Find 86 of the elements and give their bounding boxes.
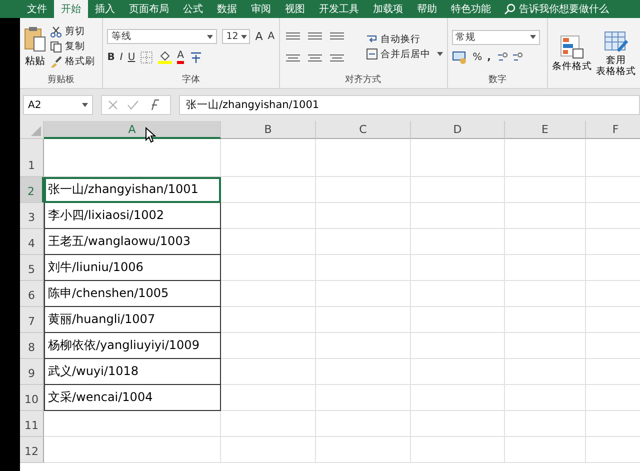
fill-color-icon bbox=[158, 50, 172, 64]
row-header[interactable]: 12 bbox=[20, 437, 44, 463]
font-size-dropdown[interactable]: 12 bbox=[222, 29, 250, 44]
format-as-table-button[interactable]: 套用 表格格式 bbox=[596, 30, 636, 78]
row-header[interactable]: 4 bbox=[20, 229, 44, 255]
row-header[interactable]: 11 bbox=[20, 411, 44, 437]
caret-icon bbox=[530, 35, 536, 39]
font-color-button[interactable]: A bbox=[177, 50, 184, 64]
caret-icon bbox=[241, 34, 248, 38]
ribbon-tab[interactable]: 文件 bbox=[20, 0, 54, 18]
column-header[interactable]: F bbox=[586, 121, 640, 139]
ribbon-tab[interactable]: 审阅 bbox=[244, 0, 278, 18]
scissors-icon bbox=[50, 26, 62, 38]
copy-button[interactable]: 复制 bbox=[50, 40, 95, 53]
column-header[interactable]: E bbox=[505, 121, 586, 139]
brush-icon bbox=[50, 56, 62, 68]
row-header[interactable]: 3 bbox=[20, 203, 44, 229]
triangle-icon bbox=[31, 126, 41, 136]
ribbon-tab[interactable]: 帮助 bbox=[410, 0, 444, 18]
row-header[interactable]: 8 bbox=[20, 333, 44, 359]
column-header[interactable]: D bbox=[411, 121, 505, 139]
row-header[interactable]: 10 bbox=[20, 385, 44, 411]
italic-button[interactable]: I bbox=[120, 52, 123, 62]
table-cell: 张一山/zhangyishan/1001 bbox=[44, 177, 221, 203]
decrease-font-button[interactable]: A bbox=[268, 31, 275, 42]
table-cell: 刘牛/liuniu/1006 bbox=[44, 255, 221, 281]
row-header[interactable]: 6 bbox=[20, 281, 44, 307]
caret-icon bbox=[436, 52, 443, 56]
group-label: 字体 bbox=[182, 74, 200, 87]
paste-button[interactable]: 粘贴 bbox=[24, 26, 46, 68]
percent-button[interactable]: % bbox=[472, 52, 482, 62]
currency-icon bbox=[452, 50, 468, 64]
row-header[interactable]: 2 bbox=[20, 177, 44, 203]
select-all-corner[interactable] bbox=[20, 121, 44, 139]
table-cell: 杨柳依依/yangliuyiyi/1009 bbox=[44, 333, 221, 359]
search-field[interactable]: 告诉我你想要做什么 bbox=[504, 0, 609, 18]
caret-icon bbox=[82, 103, 88, 107]
formula-buttons-drawing bbox=[101, 95, 171, 115]
ribbon-tab[interactable]: 开始 bbox=[54, 0, 88, 18]
table-cell: 黄丽/huangli/1007 bbox=[44, 307, 221, 333]
group-label: 剪贴板 bbox=[48, 74, 75, 87]
format-painter-button[interactable]: 格式刷 bbox=[50, 55, 95, 68]
table-cell: 武义/wuyi/1018 bbox=[44, 359, 221, 385]
clipboard-icon bbox=[24, 26, 46, 52]
copy-icon bbox=[50, 40, 62, 52]
font-name-dropdown[interactable]: 等线 bbox=[107, 29, 218, 44]
row-header[interactable]: 9 bbox=[20, 359, 44, 385]
conditional-format-button[interactable]: 条件格式 bbox=[552, 35, 592, 73]
increase-font-button[interactable]: A bbox=[255, 30, 263, 43]
search-icon bbox=[504, 3, 516, 15]
wrap-text-button[interactable]: 自动换行 bbox=[366, 32, 443, 46]
ribbon-tab[interactable]: 开发工具 bbox=[312, 0, 366, 18]
column-header[interactable]: B bbox=[221, 121, 316, 139]
row-header[interactable]: 7 bbox=[20, 307, 44, 333]
group-label: 数字 bbox=[488, 74, 506, 87]
table-cell: 王老五/wanglaowu/1003 bbox=[44, 229, 221, 255]
table-cell: 陈申/chenshen/1005 bbox=[44, 281, 221, 307]
conditional-format-icon bbox=[560, 35, 584, 60]
merge-icon bbox=[366, 48, 378, 60]
group-label: 对齐方式 bbox=[345, 74, 382, 87]
wrap-icon bbox=[366, 33, 378, 45]
comma-button[interactable]: , bbox=[487, 52, 491, 62]
ribbon-tab[interactable]: 视图 bbox=[278, 0, 312, 18]
underline-button[interactable]: U bbox=[128, 52, 136, 62]
column-header[interactable]: A bbox=[44, 121, 221, 139]
mouse-cursor-icon bbox=[145, 127, 156, 143]
ribbon-tab[interactable]: 加载项 bbox=[366, 0, 410, 18]
cut-button[interactable]: 剪切 bbox=[50, 25, 95, 38]
ribbon-tab[interactable]: 数据 bbox=[210, 0, 244, 18]
table-cell: 李小四/lixiaosi/1002 bbox=[44, 203, 221, 229]
formula-input[interactable]: 张一山/zhangyishan/1001 bbox=[179, 95, 640, 115]
ribbon-tab[interactable]: 插入 bbox=[88, 0, 122, 18]
table-style-icon bbox=[604, 30, 628, 53]
borders-icon bbox=[140, 50, 154, 64]
ribbon-tab[interactable]: 页面布局 bbox=[122, 0, 176, 18]
row-header[interactable]: 5 bbox=[20, 255, 44, 281]
table-cell: 文采/wencai/1004 bbox=[44, 385, 221, 411]
row-header[interactable]: 1 bbox=[20, 139, 44, 177]
bold-button[interactable]: B bbox=[107, 52, 115, 62]
column-header[interactable]: C bbox=[316, 121, 411, 139]
number-format-dropdown[interactable]: 常规 bbox=[452, 30, 540, 44]
name-box[interactable]: A2 bbox=[23, 95, 93, 115]
caret-icon bbox=[207, 34, 214, 38]
merge-center-button[interactable]: 合并后居中 bbox=[366, 48, 443, 60]
ribbon-tab[interactable]: 特色功能 bbox=[444, 0, 498, 18]
ribbon-tab[interactable]: 公式 bbox=[176, 0, 210, 18]
